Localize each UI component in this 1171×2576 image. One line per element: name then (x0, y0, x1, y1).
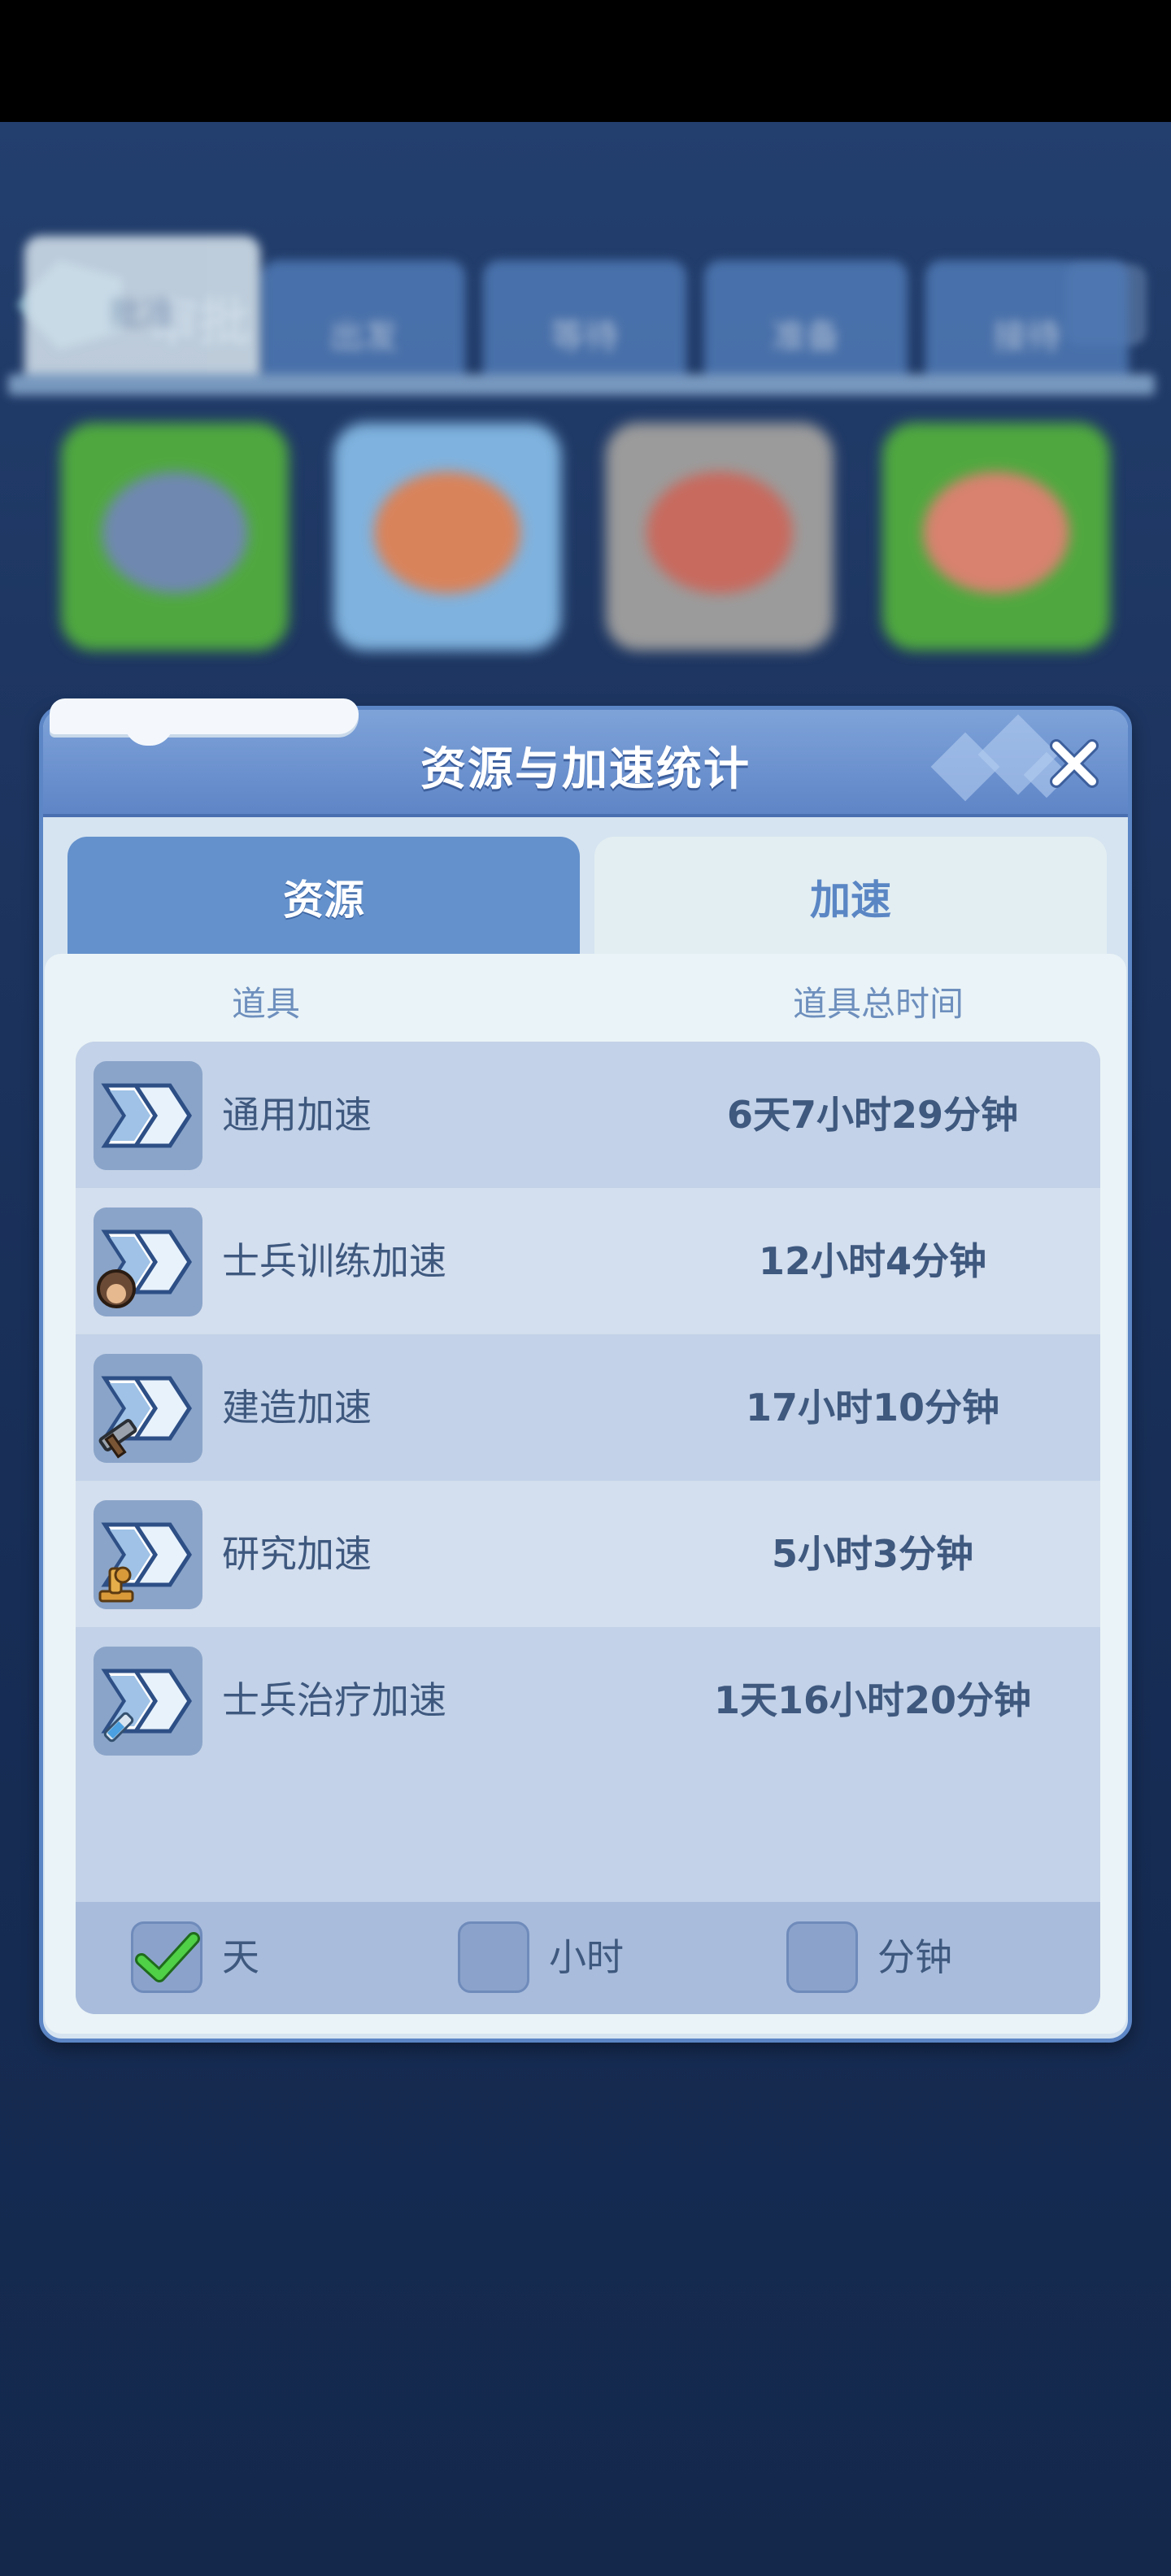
speedup-total-time: 5小时3分钟 (771, 1532, 973, 1576)
status-bar (0, 0, 1171, 122)
background-tab-label: 准备 (771, 316, 840, 356)
speedup-row-research[interactable]: 研究加速 5小时3分钟 (76, 1481, 1100, 1627)
background-item-card[interactable] (61, 423, 289, 651)
tab-resources[interactable]: 资源 (67, 837, 580, 957)
speedup-row-general[interactable]: 通用加速 6天7小时29分钟 (76, 1042, 1100, 1188)
speedup-list: 通用加速 6天7小时29分钟 士兵训练加速 12小时4分钟 建造加速 17小时1… (76, 1042, 1100, 2014)
speedup-name: 通用加速 (222, 1093, 372, 1137)
speedup-total-time: 6天7小时29分钟 (726, 1093, 1019, 1137)
speedup-row-training[interactable]: 士兵训练加速 12小时4分钟 (76, 1188, 1100, 1334)
checkmark-icon (135, 1932, 200, 1982)
snow-decoration (50, 698, 359, 734)
resource-speedup-stats-dialog: 资源与加速统计 资源 加速 道具 道具总时间 通用加速 6天7小时29分钟 士兵… (39, 698, 1132, 2043)
background-tabs: 批准 出发 等待 准备 接待 (0, 236, 1171, 398)
speedup-name: 研究加速 (222, 1532, 372, 1576)
background-item-card[interactable] (333, 423, 561, 651)
speedup-row-construction[interactable]: 建造加速 17小时10分钟 (76, 1334, 1100, 1481)
general-speedup-icon (94, 1061, 202, 1170)
speedup-total-time: 12小时4分钟 (758, 1239, 987, 1283)
time-unit-selector: 天 小时 分钟 (76, 1902, 1100, 2014)
background-tab-label: 接待 (992, 316, 1061, 356)
background-tab-label: 批准 (107, 294, 176, 333)
healing-speedup-icon (94, 1647, 202, 1756)
dialog-title: 资源与加速统计 (420, 743, 751, 796)
close-button[interactable] (1043, 733, 1105, 794)
speedup-total-time: 17小时10分钟 (745, 1386, 1000, 1429)
column-header-item: 道具 (232, 984, 301, 1024)
checkbox-minutes[interactable] (786, 1921, 858, 1993)
construction-speedup-icon (94, 1354, 202, 1463)
background-tab-label: 出发 (329, 316, 398, 356)
column-header-total-time: 道具总时间 (793, 984, 964, 1024)
background-tab[interactable]: 等待 (483, 260, 686, 374)
background-item-grid (0, 407, 1171, 683)
speedup-name: 士兵训练加速 (222, 1239, 446, 1283)
checkbox-hours[interactable] (458, 1921, 529, 1993)
background-item-card[interactable] (882, 423, 1110, 651)
background-tab[interactable]: 接待 (925, 260, 1129, 374)
troop-training-speedup-icon (94, 1208, 202, 1316)
background-tabbar-divider (8, 374, 1155, 395)
close-icon (1050, 739, 1099, 788)
background-tab[interactable]: 准备 (704, 260, 908, 374)
speedup-row-healing[interactable]: 士兵治疗加速 1天16小时20分钟 (76, 1627, 1100, 1773)
research-speedup-icon (94, 1500, 202, 1609)
background-tab-label: 等待 (550, 316, 619, 356)
checkbox-days[interactable] (131, 1921, 202, 1993)
checkbox-days-label: 天 (222, 1935, 259, 1979)
speedup-name: 建造加速 (222, 1386, 372, 1429)
background-tab[interactable]: 出发 (262, 260, 465, 374)
background-tab[interactable]: 批准 (24, 236, 260, 374)
speedup-name: 士兵治疗加速 (222, 1678, 446, 1722)
background-item-card[interactable] (606, 423, 834, 651)
speedup-panel: 道具 道具总时间 通用加速 6天7小时29分钟 士兵训练加速 12小时4分钟 建… (45, 954, 1126, 2034)
background-header: 审批 (0, 122, 1171, 353)
speedup-total-time: 1天16小时20分钟 (713, 1678, 1032, 1722)
tab-speedups[interactable]: 加速 (594, 837, 1107, 957)
checkbox-minutes-label: 分钟 (877, 1935, 952, 1979)
checkbox-hours-label: 小时 (549, 1935, 624, 1979)
